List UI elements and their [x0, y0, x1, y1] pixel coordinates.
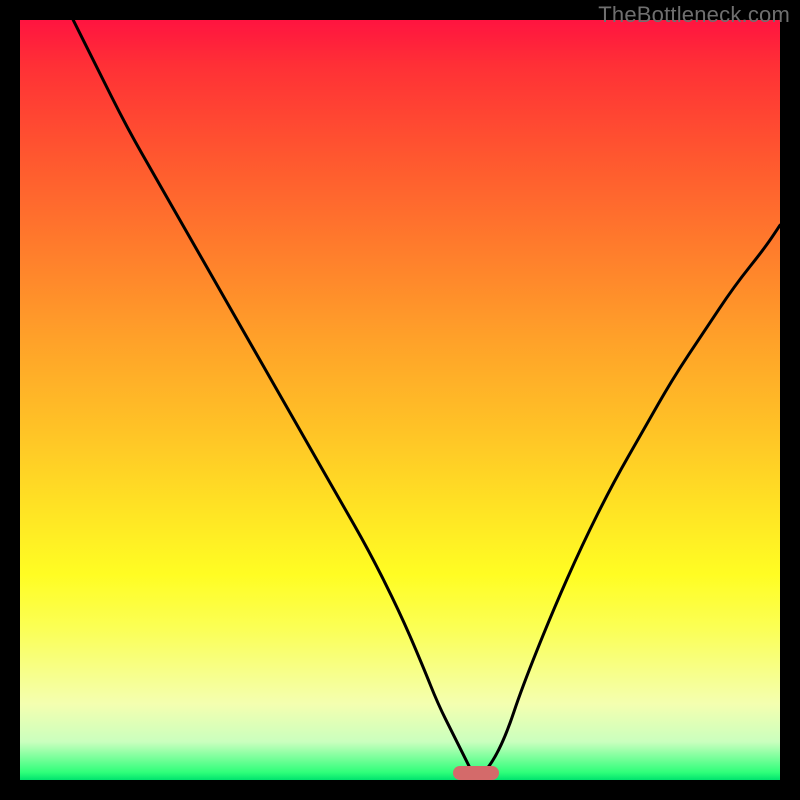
watermark-text: TheBottleneck.com: [598, 2, 790, 28]
optimal-marker: [453, 766, 499, 780]
plot-area: [20, 20, 780, 780]
bottleneck-curve: [73, 20, 780, 776]
chart-frame: TheBottleneck.com: [0, 0, 800, 800]
curve-svg: [20, 20, 780, 780]
